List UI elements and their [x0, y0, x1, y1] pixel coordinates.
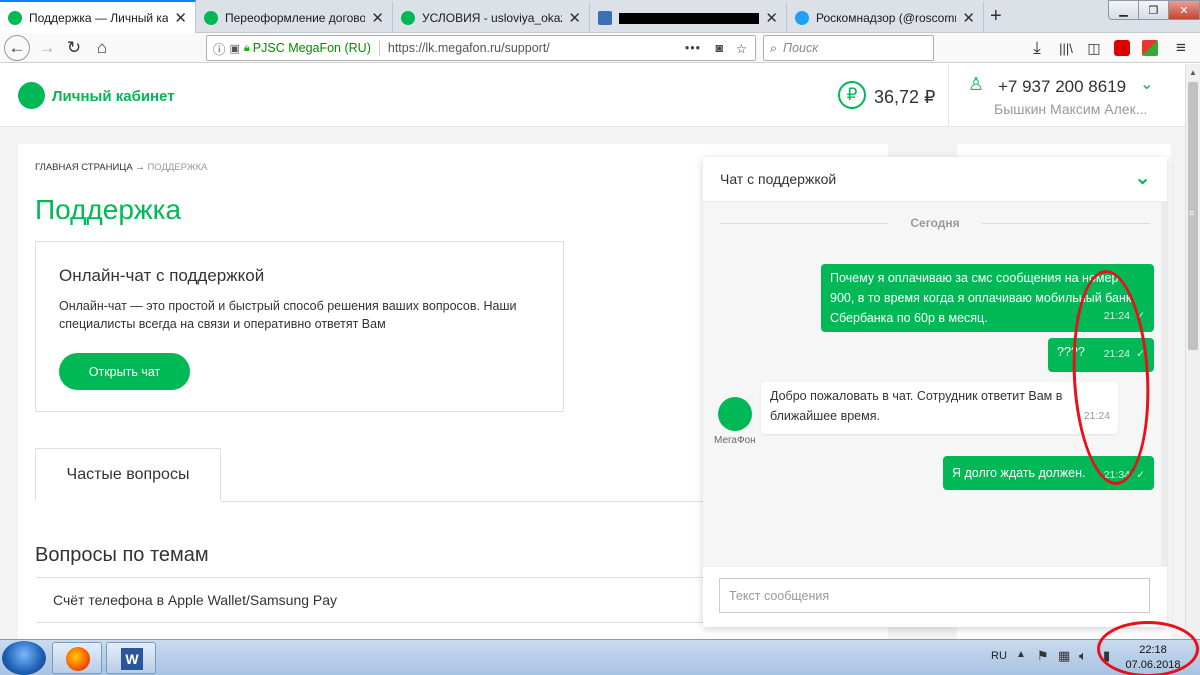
info-icon[interactable]: ⓘ — [213, 39, 226, 58]
reload-icon: ↻ — [66, 38, 82, 57]
close-icon[interactable]: ✕ — [962, 9, 975, 27]
tab-support[interactable]: Поддержка — Личный кабинет ✕ — [0, 0, 196, 34]
tab-video[interactable]: ✕ — [590, 2, 787, 33]
site-identity[interactable]: PJSC MegaFon (RU) — [253, 41, 371, 55]
topics-title: Вопросы по темам — [35, 544, 209, 566]
page-actions-icon[interactable]: ••• — [685, 41, 701, 55]
minimize-button[interactable]: ▁ — [1108, 0, 1139, 20]
online-chat-description: Онлайн-чат — это простой и быстрый спосо… — [59, 299, 517, 331]
chat-title: Чат с поддержкой — [720, 171, 837, 187]
search-input[interactable]: ⌕ Поиск — [763, 35, 934, 61]
chat-scrollbar[interactable] — [1161, 202, 1167, 567]
arrow-up-icon[interactable]: ▲ — [1189, 68, 1197, 77]
breadcrumb-current: ПОДДЕРЖКА — [147, 162, 208, 173]
support-label: МегаФон — [714, 435, 756, 446]
chevron-down-icon[interactable]: ⌄ — [1140, 74, 1153, 94]
balance-amount[interactable]: 36,72 ₽ — [874, 87, 936, 108]
megafon-avatar-icon — [718, 397, 752, 431]
close-icon[interactable]: ✕ — [568, 9, 581, 27]
taskbar-word[interactable]: W — [106, 642, 156, 674]
network-icon[interactable]: ▦ — [1058, 648, 1070, 664]
tab-reoformlenie[interactable]: Переоформление договора - ✕ — [196, 2, 393, 33]
word-icon: W — [121, 648, 143, 670]
tab-usloviya[interactable]: УСЛОВИЯ - usloviya_okazaniya ✕ — [393, 2, 590, 33]
breadcrumb-home[interactable]: ГЛАВНАЯ СТРАНИЦА — [35, 162, 133, 173]
lock-icon[interactable]: 🔒︎ — [244, 42, 250, 55]
chevron-down-icon[interactable]: ⌄ — [1134, 165, 1151, 190]
pocket-icon[interactable]: ◙ — [715, 41, 723, 55]
back-button[interactable]: ← — [4, 35, 30, 61]
user-icon: ♙ — [968, 74, 985, 94]
downloads-icon[interactable]: ⤓ — [1026, 37, 1048, 59]
online-chat-title: Онлайн-чат с поддержкой — [59, 266, 265, 285]
close-icon[interactable]: ✕ — [371, 9, 384, 27]
chat-header[interactable]: Чат с поддержкой ⌄ — [703, 157, 1167, 202]
video-icon — [598, 10, 612, 25]
permissions-icon[interactable]: ▣ — [230, 42, 240, 55]
grip-icon: ≡ — [1189, 208, 1195, 218]
chevron-up-icon[interactable]: ▲ — [1016, 649, 1026, 660]
check-icon: ✓ — [1136, 469, 1145, 481]
megafon-logo-icon — [204, 10, 218, 25]
close-icon[interactable]: ✕ — [765, 9, 778, 27]
annotation-circle — [1097, 621, 1199, 675]
arrow-left-icon: ← — [8, 38, 26, 57]
user-name: Бышкин Максим Алек... — [994, 101, 1148, 117]
megafon-logo-icon — [8, 11, 22, 25]
redacted-text — [619, 12, 759, 24]
close-icon[interactable]: ✕ — [174, 9, 187, 27]
megafon-logo-icon[interactable] — [18, 82, 45, 109]
library-icon[interactable]: |||\ — [1055, 37, 1077, 59]
adblock-icon[interactable] — [1111, 37, 1133, 59]
language-indicator[interactable]: RU — [991, 650, 1007, 662]
start-button[interactable] — [2, 641, 46, 675]
firefox-icon — [66, 647, 90, 671]
sidebar-icon[interactable]: ◫ — [1083, 37, 1105, 59]
url-bar[interactable]: ⓘ ▣ 🔒︎ PJSC MegaFon (RU) https://lk.mega… — [206, 35, 756, 61]
url-text[interactable]: https://lk.megafon.ru/support/ — [388, 41, 550, 55]
tab-roskomnadzor[interactable]: Роскомнадзор (@roscomnadzor) ✕ — [787, 2, 984, 33]
topic-item-apple-wallet[interactable]: Счёт телефона в Apple Wallet/Samsung Pay — [53, 592, 337, 608]
windows-taskbar: W RU ▲ ⚑ ▦ 🔈︎ ▮ 22:18 07.06.2018 — [0, 621, 1200, 675]
new-tab-button[interactable]: + — [990, 5, 1002, 28]
ruble-icon: ₽ — [838, 81, 866, 109]
arrow-right-icon: → — [38, 38, 56, 57]
message-incoming: Добро пожаловать в чат. Сотрудник ответи… — [761, 382, 1118, 434]
bookmark-star-icon[interactable]: ☆ — [736, 41, 747, 56]
home-icon: ⌂ — [96, 38, 108, 57]
logo-text[interactable]: Личный кабинет — [52, 88, 175, 105]
extension-icon[interactable] — [1139, 37, 1161, 59]
open-chat-button[interactable]: Открыть чат — [59, 353, 190, 390]
page-viewport: Личный кабинет ₽ 36,72 ₽ ♙ +7 937 200 86… — [0, 64, 1185, 639]
close-window-button[interactable]: ✕ — [1168, 0, 1200, 20]
twitter-icon — [795, 10, 809, 25]
menu-icon[interactable]: ≡ — [1170, 37, 1192, 59]
maximize-button[interactable]: ❐ — [1138, 0, 1169, 20]
search-icon: ⌕ — [770, 40, 778, 55]
taskbar-firefox[interactable] — [52, 642, 102, 674]
megafon-logo-icon — [401, 10, 415, 25]
message-input[interactable]: Текст сообщения — [719, 578, 1150, 613]
page-scrollbar[interactable]: ▲ ≡ — [1185, 64, 1200, 639]
home-button[interactable]: ⌂ — [91, 37, 113, 59]
volume-icon[interactable]: 🔈︎ — [1079, 648, 1087, 664]
breadcrumb: ГЛАВНАЯ СТРАНИЦА → ПОДДЕРЖКА — [35, 162, 208, 173]
forward-button[interactable]: → — [36, 37, 58, 59]
navigation-toolbar: ← → ↻ ⌂ ⓘ ▣ 🔒︎ PJSC MegaFon (RU) https:/… — [0, 33, 1200, 63]
page-title: Поддержка — [35, 194, 182, 225]
browser-tab-bar: Поддержка — Личный кабинет ✕ Переоформле… — [0, 0, 1200, 34]
site-header: Личный кабинет ₽ 36,72 ₽ ♙ +7 937 200 86… — [0, 64, 1185, 127]
phone-number[interactable]: +7 937 200 8619 — [998, 77, 1126, 97]
tab-faq[interactable]: Частые вопросы — [35, 448, 221, 502]
reload-button[interactable]: ↻ — [63, 37, 85, 59]
online-chat-box: Онлайн-чат с поддержкой Онлайн-чат — это… — [35, 241, 564, 412]
flag-icon[interactable]: ⚑ — [1037, 648, 1049, 664]
date-divider: Сегодня — [910, 216, 960, 230]
